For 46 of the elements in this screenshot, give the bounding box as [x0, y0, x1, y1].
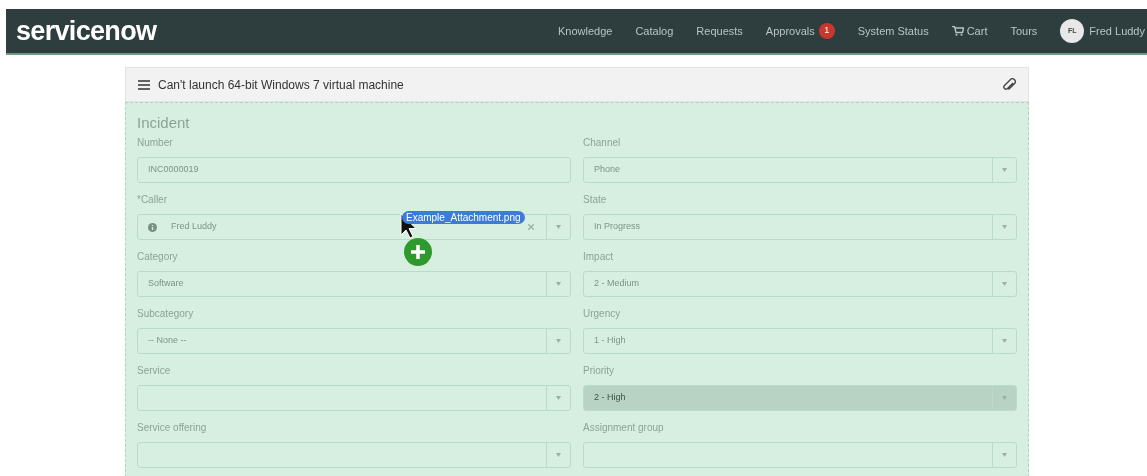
plus-icon — [403, 237, 433, 267]
caret-icon — [1002, 339, 1007, 343]
caret-icon — [1002, 168, 1007, 172]
field-label: Service offering — [137, 421, 207, 435]
caret-icon — [556, 282, 561, 286]
field-label: Number — [137, 136, 173, 150]
field-label: State — [583, 193, 607, 207]
cart-icon — [951, 26, 964, 36]
nav-link[interactable]: Cart — [951, 22, 988, 40]
caret-icon — [1002, 453, 1007, 457]
section-title: Incident — [137, 113, 191, 133]
caret-icon — [1002, 396, 1007, 400]
nav-link[interactable]: Tours — [1010, 22, 1038, 40]
nav-link[interactable]: Requests — [696, 22, 743, 40]
field-label: Urgency — [583, 307, 621, 321]
nav-link[interactable]: Knowledge — [557, 22, 613, 40]
field-label: Priority — [583, 364, 615, 378]
dragged-file-label: Example_Attachment.png — [402, 211, 525, 224]
clear-icon[interactable] — [528, 224, 534, 230]
count-badge: 1 — [818, 23, 835, 39]
dropdown-field: 2 - High — [583, 385, 1017, 411]
field-label: Channel — [583, 136, 621, 150]
field-label: *Caller — [137, 193, 167, 207]
dropdown-field[interactable] — [137, 442, 571, 468]
caret-icon — [1002, 282, 1007, 286]
nav-link[interactable]: Approvals 1 — [765, 22, 835, 40]
field-label: Assignment group — [583, 421, 664, 435]
field-label: Subcategory — [137, 307, 194, 321]
caret-icon — [556, 396, 561, 400]
paperclip-icon[interactable] — [1002, 76, 1016, 93]
nav-link[interactable]: System Status — [857, 22, 929, 40]
nav-link[interactable]: Catalog — [635, 22, 674, 40]
caret-icon — [1002, 225, 1007, 229]
caret-icon — [556, 225, 561, 229]
logo[interactable]: servicenow — [16, 17, 157, 45]
dropdown-field[interactable] — [583, 442, 1017, 468]
field-label: Category — [137, 250, 178, 264]
menu-icon[interactable] — [138, 79, 150, 90]
record-title: Can't launch 64-bit Windows 7 virtual machine — [158, 76, 404, 94]
field-label: Service — [137, 364, 171, 378]
caret-icon — [556, 339, 561, 343]
user-name[interactable]: Fred Luddy — [1089, 22, 1145, 40]
caret-icon — [556, 453, 561, 457]
info-icon — [148, 222, 157, 232]
field-label: Impact — [583, 250, 613, 264]
dropdown-field[interactable] — [137, 385, 571, 411]
